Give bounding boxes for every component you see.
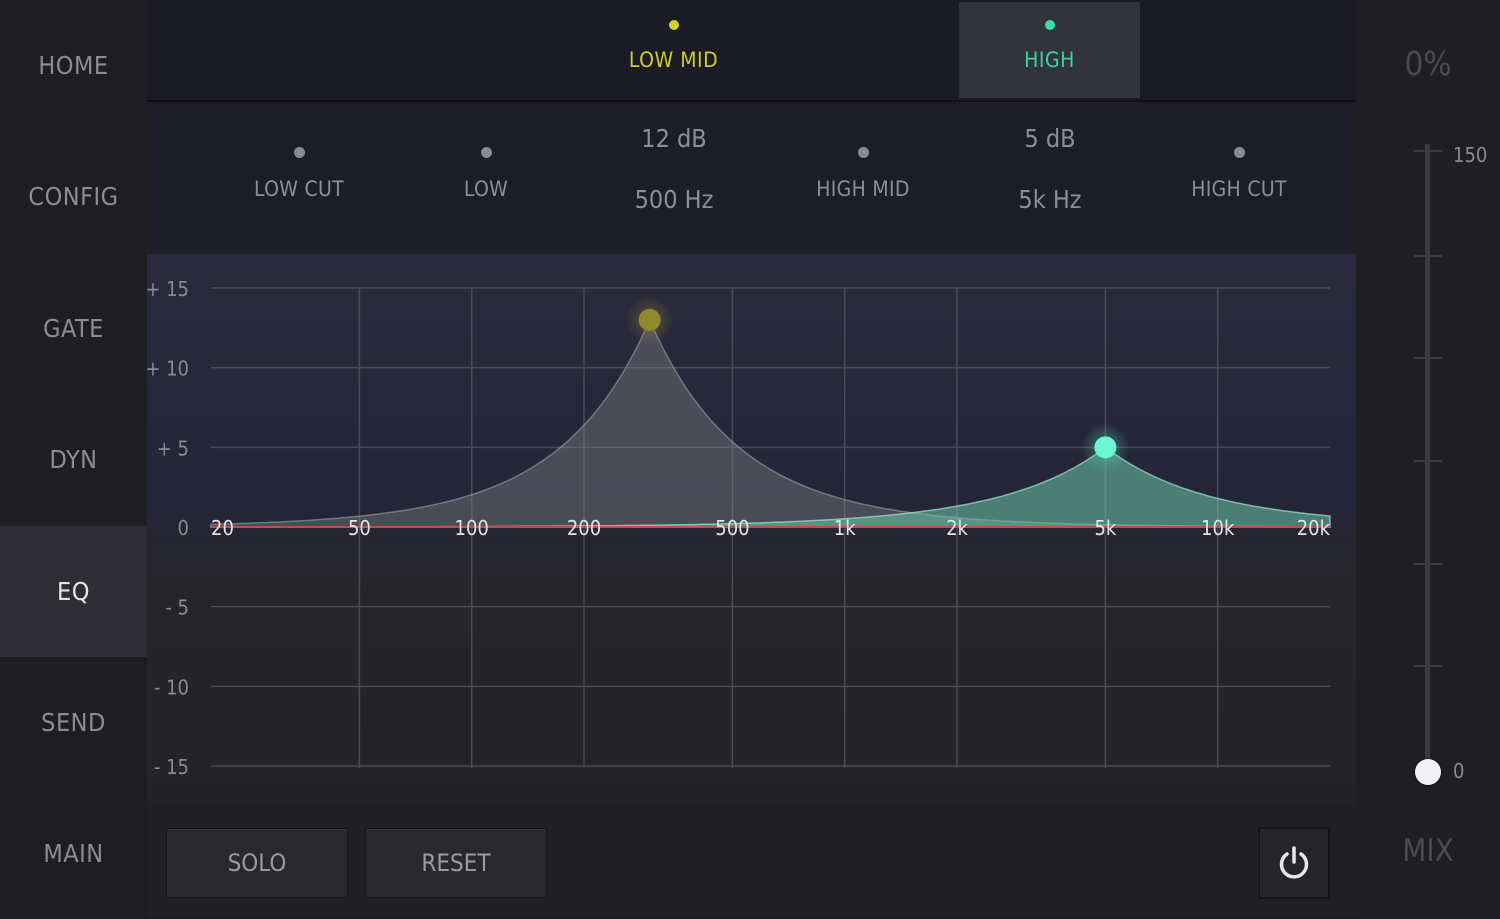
sidebar-item-config[interactable]: CONFIG [0,131,147,262]
band-off-dot [293,147,305,158]
reset-button[interactable]: RESET [365,828,547,898]
sidebar-nav: HOME CONFIG GATE DYN EQ SEND MAIN [0,0,147,918]
mix-tick [1414,563,1442,565]
band-gain-value: 5 dB [1024,124,1076,153]
band-indicator-dot [1044,20,1055,30]
mix-tick [1414,665,1442,667]
band-low-cut[interactable]: LOW CUT [209,147,389,201]
band-tab-bar: LOW MID HIGH [147,0,1356,102]
sidebar-item-main[interactable]: MAIN [0,788,147,919]
db-axis-label: - 5 [165,596,189,620]
mix-tick [1414,150,1442,152]
sidebar-item-gate[interactable]: GATE [0,263,147,394]
tab-label: LOW MID [628,48,719,72]
mix-tick [1414,255,1442,257]
mix-label: MIX [1402,833,1454,869]
db-axis-label: + 10 [147,357,189,381]
power-icon [1279,846,1309,879]
sidebar-item-eq[interactable]: EQ [0,526,147,657]
solo-button[interactable]: SOLO [166,828,348,898]
power-button[interactable] [1258,827,1330,899]
band-off-dot [857,147,869,158]
high-node-handle[interactable] [1094,436,1117,459]
freq-axis-label: 100 [455,516,489,540]
band-label: HIGH CUT [1191,177,1287,201]
eq-graph[interactable]: + 15 + 10 + 5 0 - 5 - 10 - 15 20 50 100 200 500 1k 2k… [147,254,1356,802]
band-label: LOW [463,177,509,201]
freq-axis-label: 2k [946,516,968,540]
band-label: HIGH MID [816,177,910,201]
mix-slider-thumb[interactable] [1415,759,1441,785]
db-axis-label: - 15 [154,755,189,779]
footer-bar: SOLO RESET [147,802,1356,918]
tab-high[interactable]: HIGH [959,2,1140,98]
freq-axis-label: 1k [834,516,856,540]
band-high-mid[interactable]: HIGH MID [773,147,953,201]
tab-low-mid[interactable]: LOW MID [583,2,764,98]
band-high-cut[interactable]: HIGH CUT [1149,147,1329,201]
freq-axis-label: 200 [567,516,601,540]
db-axis-label: + 15 [147,277,189,301]
mix-slider-track[interactable] [1425,144,1430,772]
freq-axis-label: 500 [715,516,749,540]
freq-axis-label: 5k [1094,516,1116,540]
mix-tick [1414,357,1442,359]
low-mid-node-handle[interactable] [638,308,661,331]
band-high-values[interactable]: 5 dB 5k Hz [960,124,1140,214]
freq-axis-label: 10k [1201,516,1235,540]
band-gain-value: 12 dB [641,124,707,153]
band-low-mid-values[interactable]: 12 dB 500 Hz [584,124,764,214]
freq-axis-label: 20k [1297,516,1331,540]
eq-panel: LOW MID HIGH LOW CUT LOW 12 dB 500 Hz HI… [147,0,1356,918]
mix-max-label: 150 [1453,143,1488,167]
mix-panel: 0% 150 0 MIX [1356,0,1500,918]
band-indicator-dot [668,20,679,30]
mix-tick [1414,460,1442,462]
band-label: LOW CUT [254,177,344,201]
band-off-dot [1233,147,1245,158]
db-axis-label: + 5 [157,436,189,460]
freq-axis-label: 50 [348,516,371,540]
band-off-dot [480,147,492,158]
tab-label: HIGH [1024,48,1075,72]
db-axis-label: - 10 [154,675,189,699]
mix-percent-readout: 0% [1404,44,1452,83]
mix-min-label: 0 [1453,759,1465,783]
sidebar-item-dyn[interactable]: DYN [0,394,147,525]
sidebar-item-home[interactable]: HOME [0,0,147,131]
eq-curve-canvas[interactable]: + 15 + 10 + 5 0 - 5 - 10 - 15 20 50 100 200 500 1k 2k… [147,254,1356,802]
band-params-row: LOW CUT LOW 12 dB 500 Hz HIGH MID 5 dB 5… [147,102,1356,254]
freq-axis-label: 20 [211,516,234,540]
db-axis-label: 0 [178,516,189,540]
band-freq-value: 5k Hz [1018,185,1082,214]
band-freq-value: 500 Hz [634,185,714,214]
band-low[interactable]: LOW [396,147,576,201]
sidebar-item-send[interactable]: SEND [0,657,147,788]
